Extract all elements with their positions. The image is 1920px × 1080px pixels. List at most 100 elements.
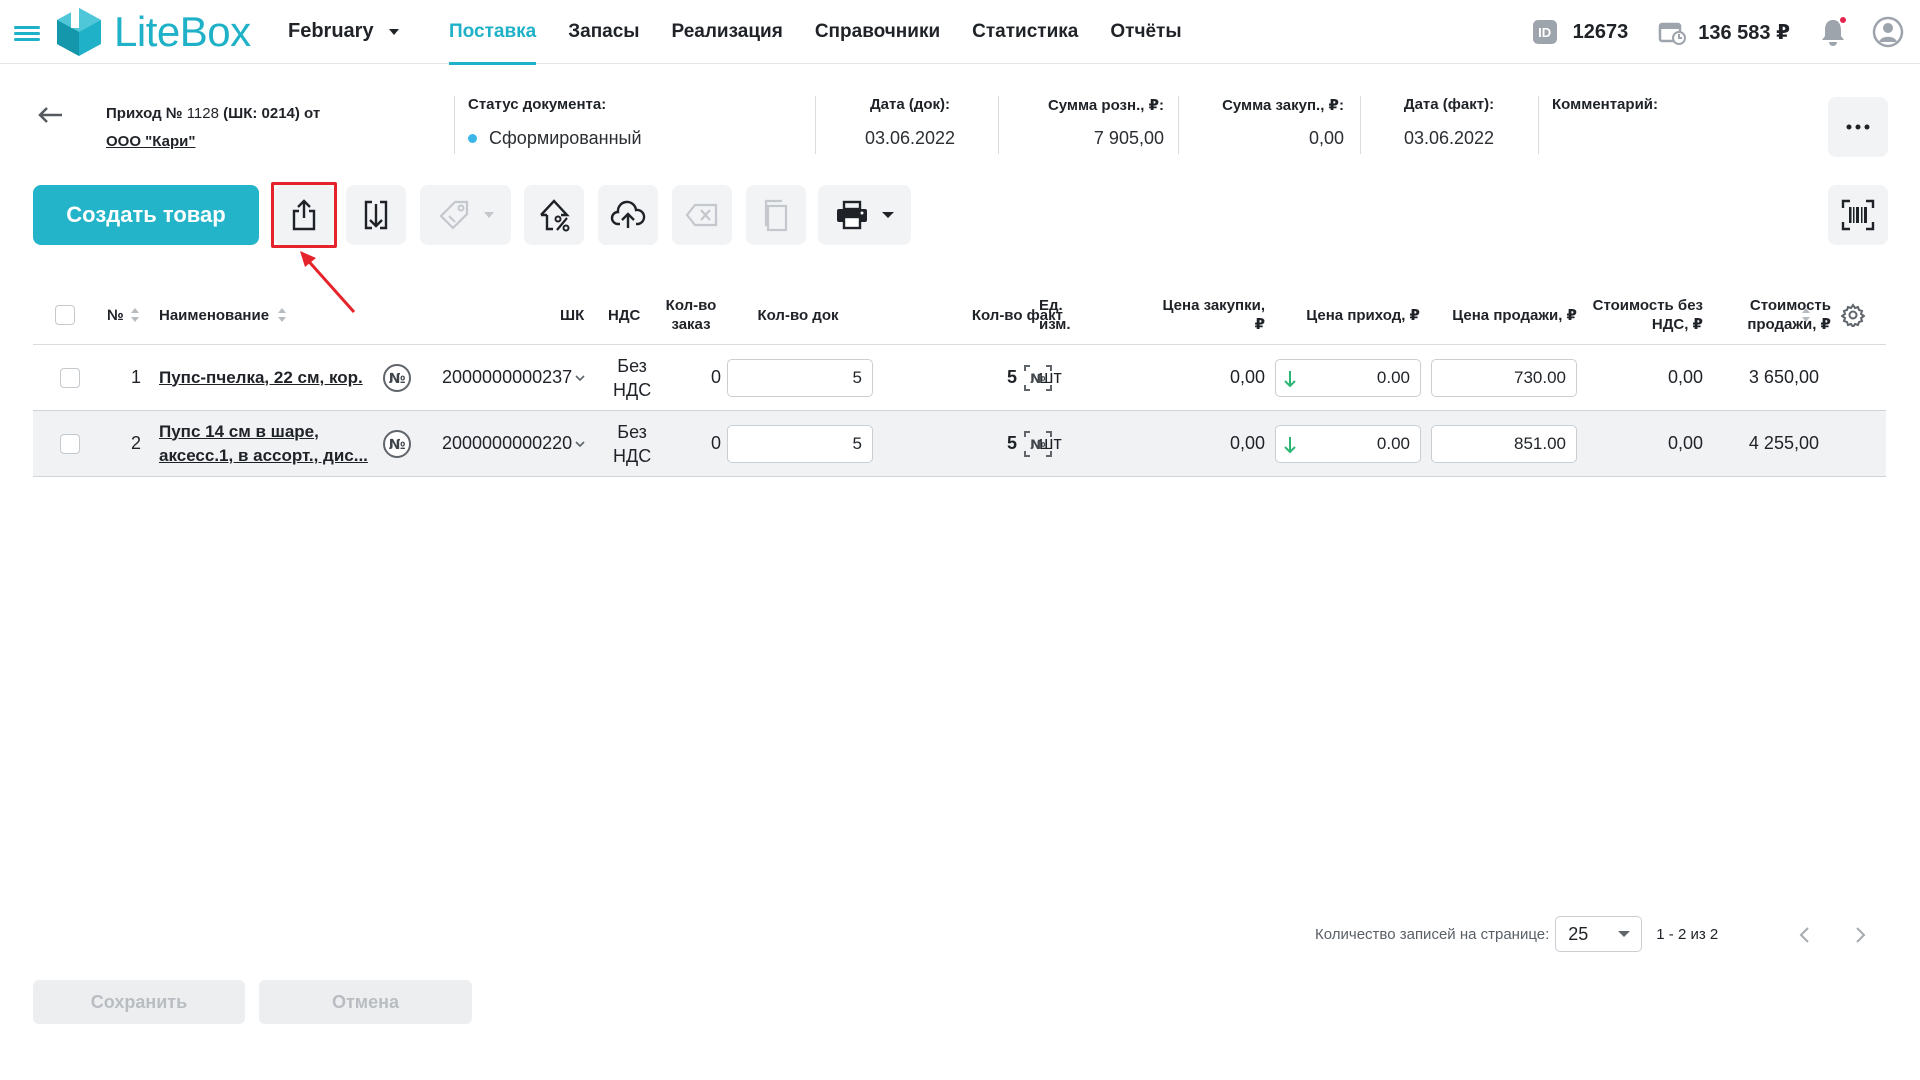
wallet-icon <box>1658 19 1687 45</box>
next-page-icon[interactable] <box>1850 925 1870 945</box>
date-doc-block: Дата (док): 03.06.2022 <box>830 96 990 156</box>
row-price-purchase: 0,00 <box>1229 433 1265 453</box>
nav-stock[interactable]: Запасы <box>552 0 655 64</box>
chevron-down-icon <box>575 440 585 447</box>
col-sort-cost[interactable] <box>1801 285 1811 345</box>
row-price-purchase: 0,00 <box>1229 367 1265 387</box>
import-button[interactable] <box>346 185 406 245</box>
notifications-button[interactable] <box>1820 15 1848 46</box>
header-divider <box>1178 96 1179 154</box>
save-button[interactable]: Сохранить <box>33 980 245 1024</box>
sum-purchase-block: Сумма закуп., ₽: 0,00 <box>1190 96 1344 156</box>
copy-icon <box>762 198 790 232</box>
annotation-highlight-box <box>271 182 337 248</box>
select-all-checkbox[interactable] <box>55 305 75 325</box>
nav-sales[interactable]: Реализация <box>656 0 799 64</box>
col-num[interactable]: № <box>107 285 140 345</box>
row-checkbox[interactable] <box>60 367 80 388</box>
row-number-badge-cell: № <box>382 411 412 476</box>
product-name-link[interactable]: Пупс-пчелка, 22 см, кор. <box>159 366 363 390</box>
row-price-in-cell: 0.00 <box>1275 345 1421 410</box>
number-sign-icon[interactable]: № <box>382 363 412 393</box>
status-value: Сформированный <box>489 128 642 148</box>
arrow-down-icon <box>1284 436 1296 454</box>
pagination: Количество записей на странице: 25 1 - 2… <box>1315 914 1718 954</box>
qty-fact-value: 5 <box>1006 367 1017 387</box>
price-sale-input[interactable]: 730.00 <box>1431 358 1577 397</box>
table-row[interactable]: 2 Пупс 14 см в шаре, аксесс.1, в ассорт.… <box>33 411 1886 477</box>
markup-button[interactable] <box>524 185 584 245</box>
status-dot <box>468 134 477 143</box>
col-cost-no-nds-line2: НДС, ₽ <box>1651 316 1703 333</box>
nds-line1: Без <box>617 355 647 376</box>
menu-icon[interactable] <box>12 20 42 46</box>
cancel-button[interactable]: Отмена <box>259 980 472 1024</box>
table-row[interactable]: 1 Пупс-пчелка, 22 см, кор. № 20000000002… <box>33 345 1886 411</box>
user-avatar-icon[interactable] <box>1872 16 1904 48</box>
id-icon: ID <box>1532 20 1557 44</box>
price-in-input[interactable]: 0.00 <box>1275 424 1421 463</box>
table-settings-button[interactable] <box>1841 285 1865 345</box>
brand-name: LiteBox <box>114 8 251 55</box>
supplier-link[interactable]: ООО "Кари" <box>106 128 195 156</box>
per-page-select[interactable]: 25 <box>1555 916 1643 952</box>
delete-button <box>672 185 732 245</box>
svg-text:№: № <box>389 371 406 387</box>
nds-line2: НДС <box>613 379 652 400</box>
col-name[interactable]: Наименование <box>159 285 287 345</box>
sum-retail-label: Сумма розн., ₽: <box>1047 97 1164 114</box>
status-block: Статус документа: Сформированный <box>468 96 642 156</box>
nav-catalogs[interactable]: Справочники <box>799 0 956 64</box>
markup-percent-icon <box>537 197 571 233</box>
import-icon <box>362 198 390 232</box>
row-barcode-cell: 2000000000220 <box>442 411 585 476</box>
print-dropdown-button[interactable] <box>818 185 911 245</box>
row-cost-no-nds: 0,00 <box>1667 433 1703 453</box>
product-name-link[interactable]: Пупс 14 см в шаре, <box>159 420 368 444</box>
back-arrow-icon[interactable] <box>36 104 64 126</box>
product-name-link-line2[interactable]: аксесс.1, в ассорт., дис... <box>159 444 368 468</box>
nav-reports[interactable]: Отчёты <box>1094 0 1197 64</box>
row-cost-sale: 4 255,00 <box>1748 433 1819 453</box>
barcode-select[interactable]: 2000000000237 <box>442 367 585 388</box>
row-cost-sale: 3 650,00 <box>1748 367 1819 387</box>
more-dots-icon <box>1846 124 1870 130</box>
header-divider <box>454 96 455 154</box>
number-sign-icon[interactable]: № <box>382 429 412 459</box>
qty-doc-input[interactable]: 5 <box>727 424 873 463</box>
row-qty-order: 0 <box>710 367 721 387</box>
store-selector[interactable]: February <box>288 20 400 43</box>
prev-page-icon[interactable] <box>1795 925 1815 945</box>
barcode-scan-button[interactable] <box>1828 185 1888 245</box>
col-cost-sale[interactable]: Стоимость продажи, ₽ <box>1705 285 1831 345</box>
arrow-down-icon <box>1284 370 1296 388</box>
table-header: № Наименование ШК НДС Кол-во заказ Кол-в… <box>33 285 1886 345</box>
row-checkbox[interactable] <box>60 433 80 454</box>
brand-logo[interactable]: LiteBox <box>54 6 251 58</box>
more-options-button[interactable] <box>1828 97 1888 157</box>
row-checkbox-cell <box>60 411 80 476</box>
page-range: 1 - 2 из 2 <box>1656 925 1719 943</box>
chevron-down-icon <box>483 211 495 219</box>
col-qty-order-line2: заказ <box>671 316 711 333</box>
store-name: February <box>288 20 374 42</box>
nav-supply[interactable]: Поставка <box>449 0 552 65</box>
col-nds: НДС <box>608 306 641 324</box>
nds-line1: Без <box>617 421 647 442</box>
create-product-button[interactable]: Создать товар <box>33 185 259 245</box>
cloud-upload-button[interactable] <box>598 185 658 245</box>
cloud-upload-icon <box>610 200 646 230</box>
col-name-label: Наименование <box>159 306 270 324</box>
price-sale-input[interactable]: 851.00 <box>1431 424 1577 463</box>
barcode-select[interactable]: 2000000000220 <box>442 433 585 454</box>
litebox-logo-icon <box>57 6 101 56</box>
row-qty-doc-cell: 5 <box>727 345 873 410</box>
row-qty-doc-cell: 5 <box>727 411 873 476</box>
per-page-label: Количество записей на странице: <box>1315 925 1550 943</box>
gear-icon <box>1841 303 1865 327</box>
price-in-input[interactable]: 0.00 <box>1275 358 1421 397</box>
header-divider <box>815 96 816 154</box>
nav-statistics[interactable]: Статистика <box>956 0 1094 64</box>
qty-doc-input[interactable]: 5 <box>727 358 873 397</box>
chevron-down-icon <box>1617 930 1631 938</box>
